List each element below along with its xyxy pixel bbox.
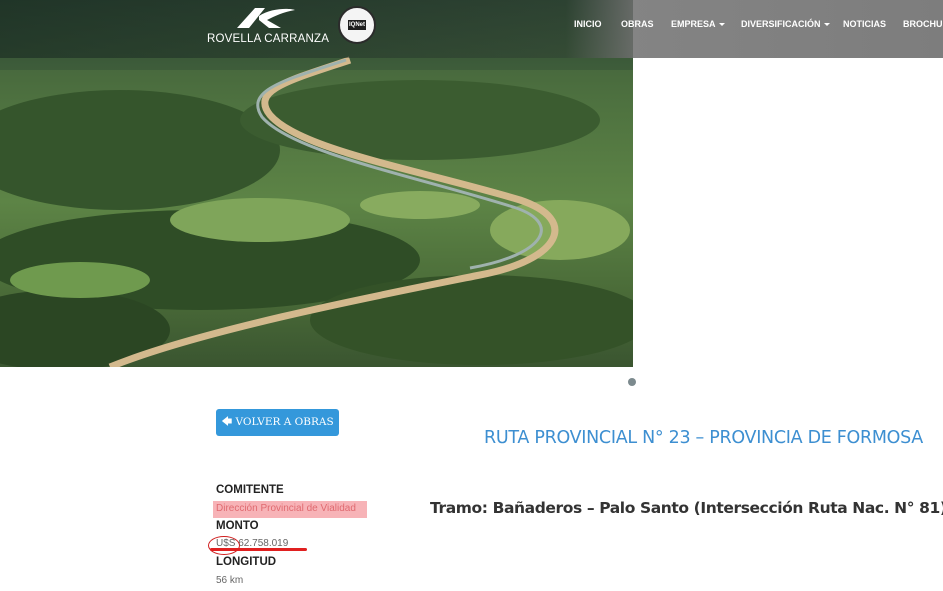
longitud-value: 56 km: [216, 575, 244, 586]
project-title: RUTA PROVINCIAL N° 23 – PROVINCIA DE FOR…: [484, 428, 923, 448]
nav-diversificacion[interactable]: DIVERSIFICACIÓN: [741, 19, 830, 33]
longitud-label: LONGITUD: [216, 556, 277, 568]
caret-down-icon: [718, 23, 725, 27]
back-to-obras-button[interactable]: 🡄 VOLVER A OBRAS: [216, 409, 339, 436]
nav-empresa-label: EMPRESA: [671, 19, 716, 29]
comitente-label: COMITENTE: [216, 484, 284, 496]
nav-brochure[interactable]: BROCHURE: [903, 19, 943, 33]
nav-obras[interactable]: OBRAS: [621, 19, 654, 33]
nav-noticias-label: NOTICIAS: [843, 19, 887, 29]
nav-diversificacion-label: DIVERSIFICACIÓN: [741, 19, 821, 29]
badge-label: IQNet: [348, 20, 366, 30]
caret-down-icon: [823, 23, 830, 27]
carousel-indicator[interactable]: [628, 378, 636, 386]
brand-name: ROVELLA CARRANZA: [207, 33, 330, 45]
nav-brochure-label: BROCHURE: [903, 19, 943, 29]
nav-inicio[interactable]: INICIO: [574, 19, 602, 33]
rc-logo-icon: [237, 8, 295, 28]
nav-noticias[interactable]: NOTICIAS: [843, 19, 886, 33]
monto-label: MONTO: [216, 520, 259, 532]
back-button-label: VOLVER A OBRAS: [235, 416, 334, 428]
annotation-circle: [208, 536, 240, 555]
nav-empresa[interactable]: EMPRESA: [671, 19, 725, 33]
tramo-heading: Tramo: Bañaderos – Palo Santo (Intersecc…: [430, 499, 943, 517]
iqnet-certification-badge: IQNet: [338, 6, 376, 44]
arrow-left-icon: 🡄: [221, 416, 233, 428]
top-navbar: ROVELLA CARRANZA IQNet INICIO OBRAS EMPR…: [0, 0, 943, 58]
brand-logo[interactable]: ROVELLA CARRANZA: [207, 6, 329, 50]
nav-obras-label: OBRAS: [621, 19, 654, 29]
annotation-underline: [210, 548, 307, 551]
nav-inicio-label: INICIO: [574, 19, 602, 29]
comitente-value: Dirección Provincial de Vialidad: [216, 503, 356, 514]
